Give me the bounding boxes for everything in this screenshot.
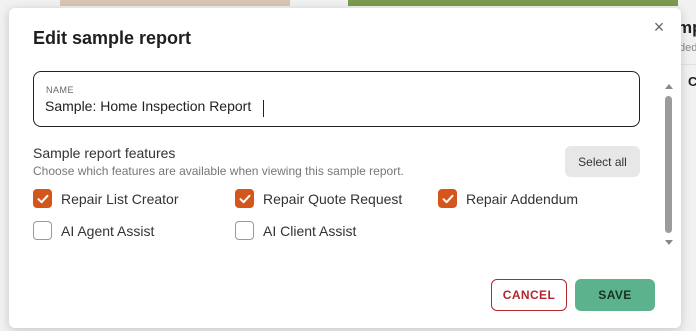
name-field[interactable]: NAME: [33, 71, 640, 127]
checkbox-checked-icon[interactable]: [235, 189, 254, 208]
feature-label: Repair List Creator: [61, 190, 179, 207]
name-field-label: NAME: [46, 85, 75, 95]
dialog-title: Edit sample report: [33, 28, 192, 48]
feature-repair-addendum[interactable]: Repair Addendum: [438, 189, 578, 208]
background-subtitle-fragment: ded: [679, 42, 696, 54]
checkmark-icon: [442, 194, 453, 203]
features-heading: Sample report features: [33, 145, 176, 161]
cancel-button[interactable]: CANCEL: [491, 279, 567, 311]
feature-label: Repair Quote Request: [263, 190, 403, 207]
background-photo: [348, 0, 678, 6]
checkmark-icon: [239, 194, 250, 203]
scrollbar-thumb[interactable]: [665, 96, 672, 233]
feature-ai-agent-assist[interactable]: AI Agent Assist: [33, 221, 154, 240]
feature-ai-client-assist[interactable]: AI Client Assist: [235, 221, 356, 240]
select-all-button[interactable]: Select all: [565, 146, 640, 177]
checkbox-unchecked-icon[interactable]: [235, 221, 254, 240]
scrollbar[interactable]: [663, 80, 677, 250]
background-photo: [60, 0, 290, 6]
name-input[interactable]: [45, 98, 605, 114]
checkbox-checked-icon[interactable]: [33, 189, 52, 208]
text-caret: [263, 100, 264, 117]
feature-label: AI Agent Assist: [61, 222, 155, 239]
background-item-fragment: C: [688, 74, 696, 89]
feature-label: Repair Addendum: [466, 190, 579, 207]
scroll-up-arrow-icon[interactable]: [665, 84, 673, 89]
feature-repair-list-creator[interactable]: Repair List Creator: [33, 189, 179, 208]
edit-sample-report-dialog: Edit sample report × NAME Sample report …: [9, 8, 681, 328]
feature-label: AI Client Assist: [263, 222, 357, 239]
checkmark-icon: [37, 194, 48, 203]
scroll-down-arrow-icon[interactable]: [665, 240, 673, 245]
features-description: Choose which features are available when…: [33, 164, 404, 178]
checkbox-unchecked-icon[interactable]: [33, 221, 52, 240]
close-icon[interactable]: ×: [650, 18, 668, 36]
feature-repair-quote-request[interactable]: Repair Quote Request: [235, 189, 402, 208]
save-button[interactable]: SAVE: [575, 279, 655, 311]
checkbox-checked-icon[interactable]: [438, 189, 457, 208]
